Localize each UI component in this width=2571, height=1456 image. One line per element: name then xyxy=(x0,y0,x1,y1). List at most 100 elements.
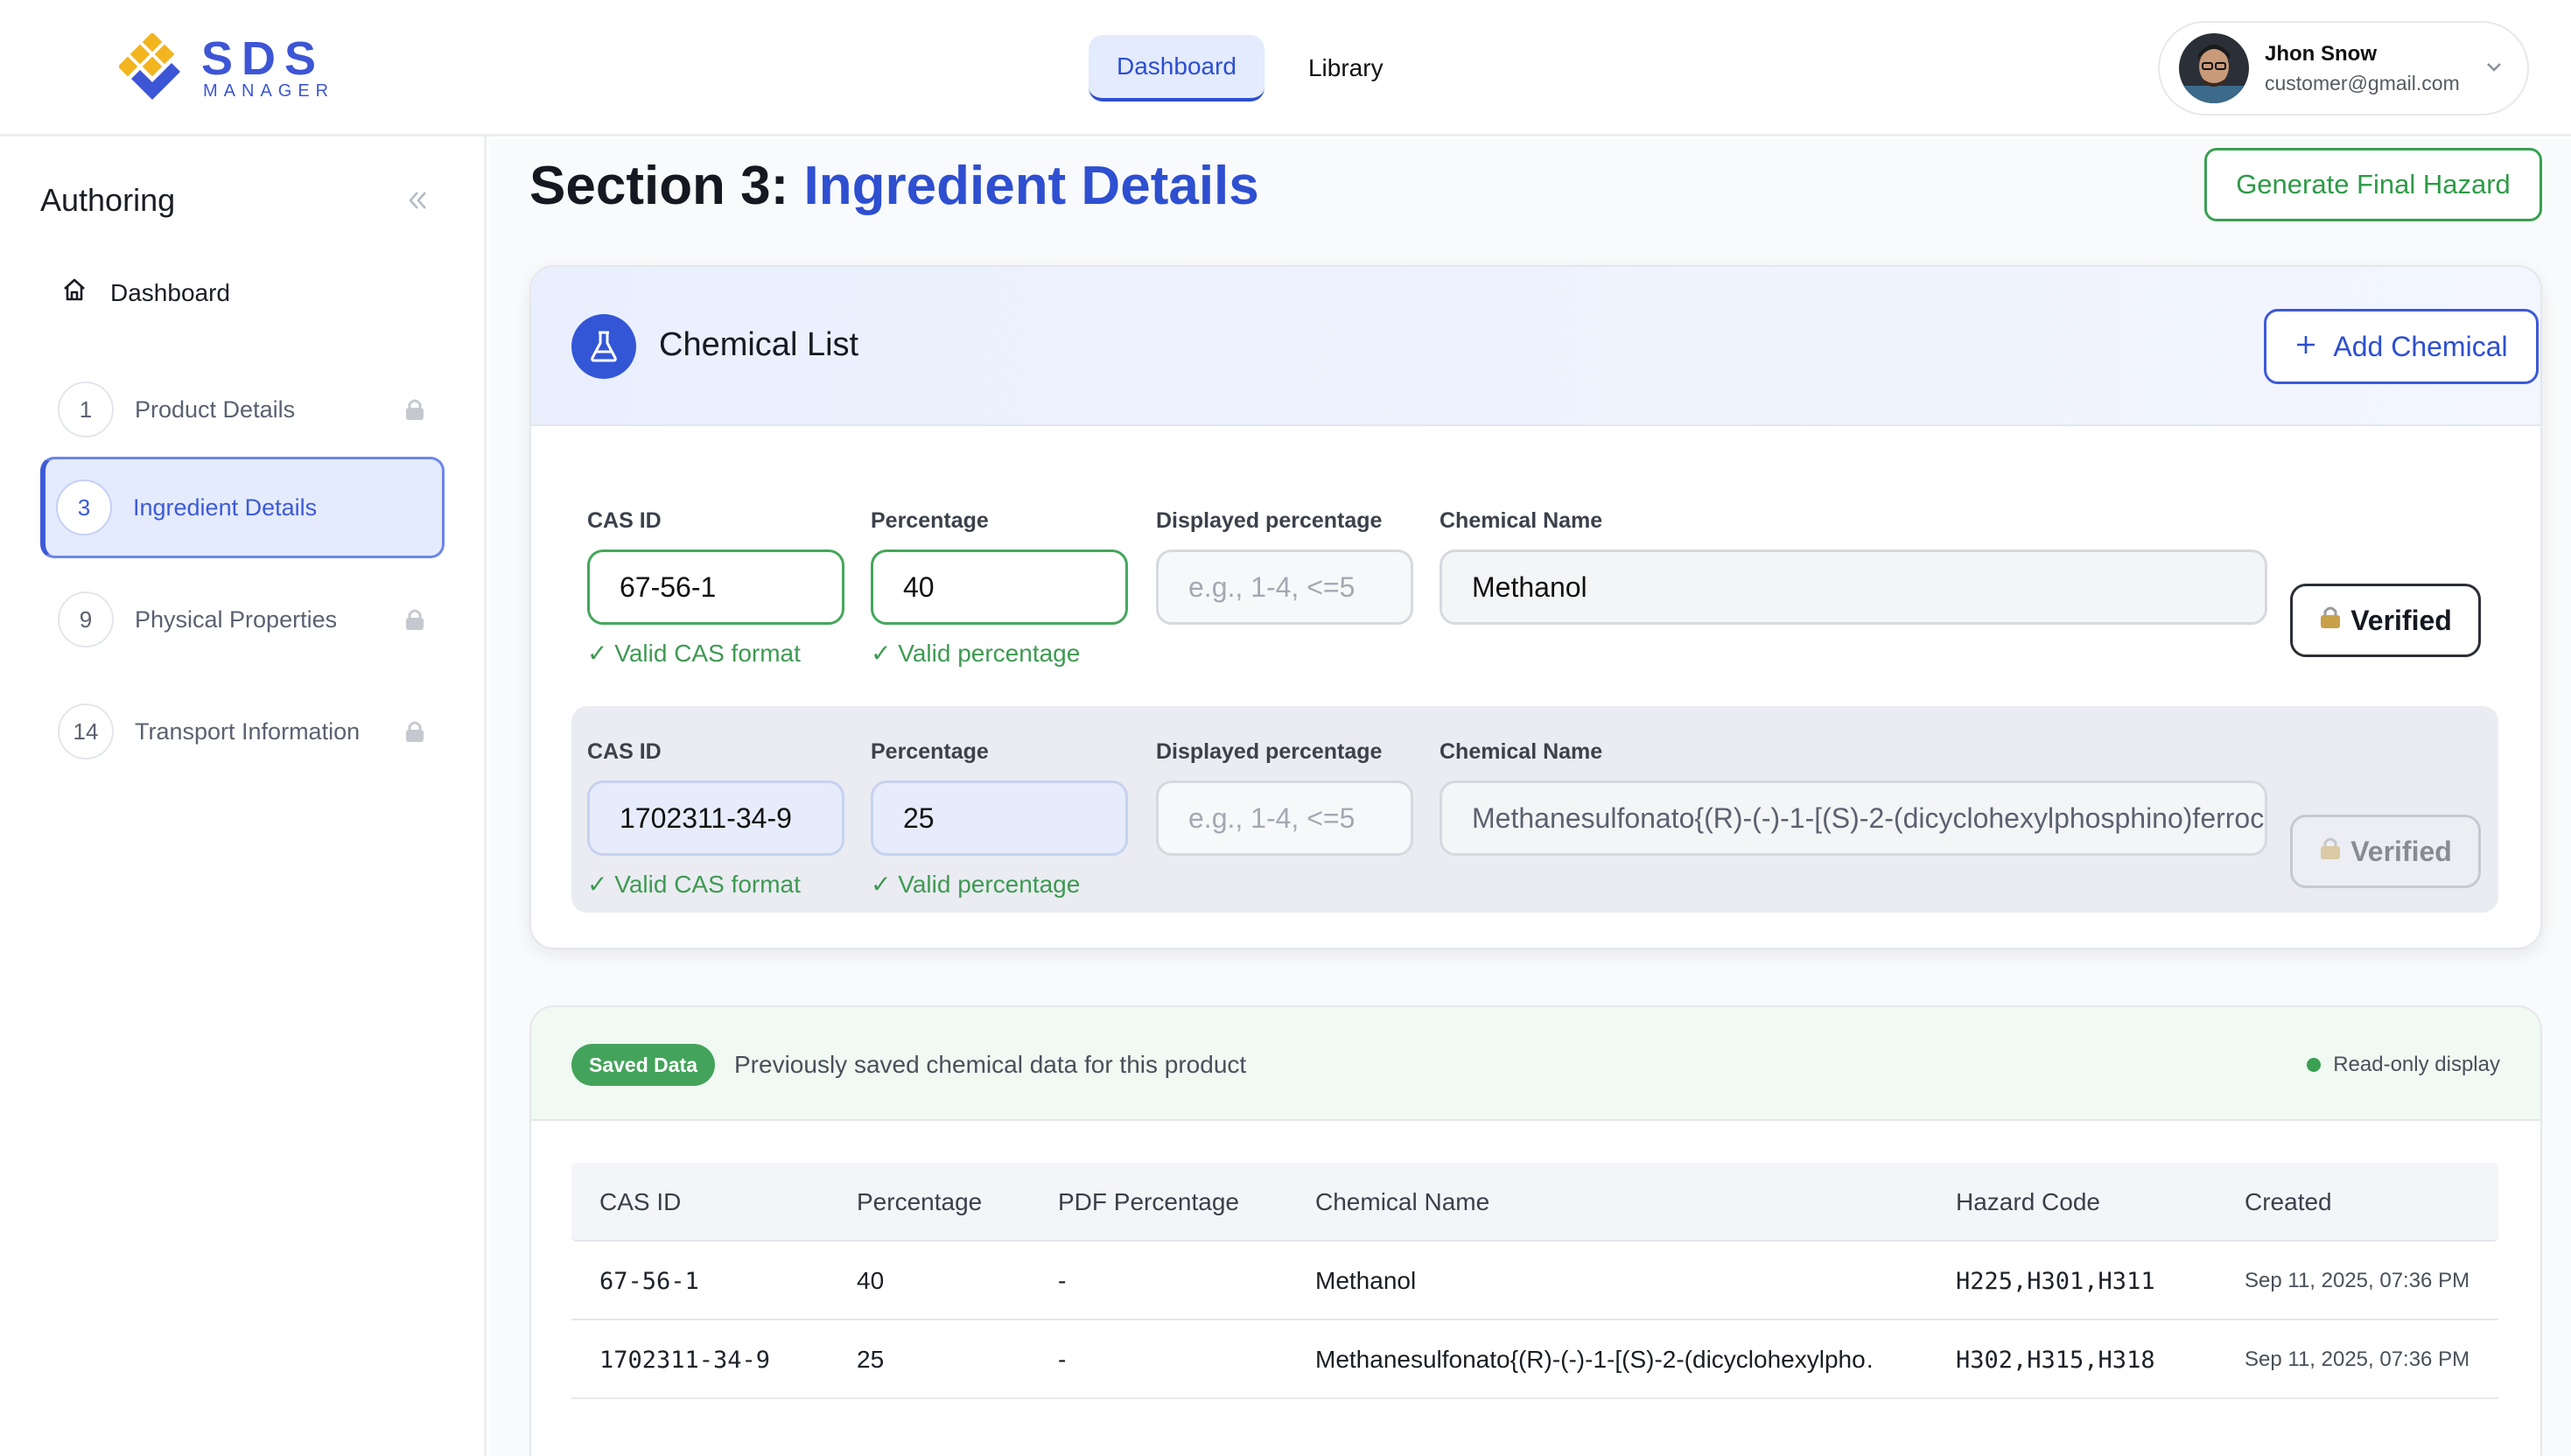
logo-tagline: MANAGER xyxy=(203,81,335,101)
field-label: Percentage xyxy=(871,508,989,533)
sidebar-item-transport-information[interactable]: 14 Transport Information xyxy=(40,681,445,782)
table-row: 1702311-34-9 25 - Methanesulfonato{(R)-(… xyxy=(571,1320,2498,1399)
cell-pdf-percentage: - xyxy=(1058,1346,1067,1373)
user-menu[interactable]: Jhon Snow customer@gmail.com xyxy=(2158,21,2529,116)
percentage-valid-hint: ✓ Valid percentage xyxy=(871,640,1081,667)
cell-hazard-code: H225,H301,H311 xyxy=(1956,1267,2155,1295)
sidebar-item-dashboard[interactable]: Dashboard xyxy=(61,276,230,309)
lock-icon xyxy=(404,719,425,748)
field-label: CAS ID xyxy=(587,739,662,764)
sidebar-item-physical-properties[interactable]: 9 Physical Properties xyxy=(40,569,445,670)
column-header: Hazard Code xyxy=(1956,1188,2100,1215)
saved-data-header: Saved Data Previously saved chemical dat… xyxy=(531,1007,2540,1121)
cell-percentage: 40 xyxy=(857,1267,885,1294)
chevron-down-icon[interactable] xyxy=(2485,61,2503,78)
column-header: Percentage xyxy=(857,1188,983,1215)
chemical-list-card: Chemical List Add Chemical CAS ID 67-56-… xyxy=(529,265,2542,949)
field-label: Displayed percentage xyxy=(1156,739,1383,764)
percentage-input[interactable]: 40 xyxy=(871,550,1128,625)
page-title-prefix: Section 3: xyxy=(529,156,789,216)
sidebar-title: Authoring xyxy=(40,182,176,218)
sidebar-item-label: Ingredient Details xyxy=(133,494,318,521)
saved-data-card: Saved Data Previously saved chemical dat… xyxy=(529,1005,2542,1456)
nav-library[interactable]: Library xyxy=(1280,35,1412,102)
cell-chemical-name: Methanol xyxy=(1315,1267,1417,1294)
user-name: Jhon Snow xyxy=(2265,41,2377,66)
saved-data-description: Previously saved chemical data for this … xyxy=(734,1051,1247,1078)
chemical-list-title: Chemical List xyxy=(659,326,859,363)
read-only-label: Read-only display xyxy=(2333,1053,2500,1076)
saved-data-table: CAS ID Percentage PDF Percentage Chemica… xyxy=(571,1163,2498,1399)
nav-dashboard[interactable]: Dashboard xyxy=(1089,35,1264,102)
sidebar-item-product-details[interactable]: 1 Product Details xyxy=(40,359,445,460)
step-number: 14 xyxy=(58,704,114,760)
avatar xyxy=(2179,33,2249,103)
plus-icon xyxy=(2294,331,2317,363)
cell-hazard-code: H302,H315,H318 xyxy=(1956,1346,2155,1374)
lock-icon xyxy=(2319,604,2342,637)
step-number: 9 xyxy=(58,592,114,648)
lock-icon xyxy=(2319,835,2342,868)
home-icon xyxy=(61,276,88,309)
add-chemical-button[interactable]: Add Chemical xyxy=(2264,309,2539,384)
verified-label: Verified xyxy=(2350,835,2452,867)
cas-id-input[interactable]: 67-56-1 xyxy=(587,550,844,625)
add-chemical-label: Add Chemical xyxy=(2333,330,2508,362)
generate-final-hazard-button[interactable]: Generate Final Hazard xyxy=(2204,148,2542,221)
main-content: Section 3: Ingredient Details Generate F… xyxy=(489,139,2571,1456)
page-title-accent: Ingredient Details xyxy=(803,156,1259,216)
cell-percentage: 25 xyxy=(857,1346,885,1373)
logo-icon xyxy=(117,32,189,103)
step-number: 1 xyxy=(58,382,114,438)
sidebar-item-ingredient-details[interactable]: 3 Ingredient Details xyxy=(40,457,445,558)
column-header: PDF Percentage xyxy=(1058,1188,1239,1215)
chemical-name-input[interactable]: Methanesulfonato{(R)-(-)-1-[(S)-2-(dicyc… xyxy=(1440,780,2267,856)
displayed-percentage-input[interactable]: e.g., 1-4, <=5 xyxy=(1156,780,1413,856)
column-header: Chemical Name xyxy=(1315,1188,1490,1215)
top-header: SDS MANAGER Dashboard Library Jhon Snow … xyxy=(0,0,2571,136)
user-email: customer@gmail.com xyxy=(2265,71,2460,94)
read-only-indicator: Read-only display xyxy=(2307,1053,2500,1077)
chemical-row: CAS ID 1702311-34-9 ✓ Valid CAS format P… xyxy=(571,706,2498,913)
verified-button[interactable]: Verified xyxy=(2290,584,2481,657)
sidebar-item-label: Product Details xyxy=(135,396,296,423)
sidebar-item-label: Dashboard xyxy=(110,278,230,306)
cell-created: Sep 11, 2025, 07:36 PM xyxy=(2245,1269,2470,1292)
step-number: 3 xyxy=(56,480,112,536)
field-label: Chemical Name xyxy=(1440,739,1603,764)
status-dot-icon xyxy=(2307,1058,2322,1072)
cas-valid-hint: ✓ Valid CAS format xyxy=(587,640,801,667)
cell-cas: 67-56-1 xyxy=(599,1267,699,1295)
column-header: Created xyxy=(2245,1188,2332,1215)
field-label: Percentage xyxy=(871,739,989,764)
page-title: Section 3: Ingredient Details xyxy=(529,155,1259,217)
lock-icon xyxy=(404,607,425,636)
field-label: Displayed percentage xyxy=(1156,508,1383,533)
sidebar-item-label: Physical Properties xyxy=(135,606,338,633)
table-row: 67-56-1 40 - Methanol H225,H301,H311 Sep… xyxy=(571,1242,2498,1320)
chemical-name-input[interactable]: Methanol xyxy=(1440,550,2267,625)
top-nav: Dashboard Library xyxy=(1089,35,1412,102)
percentage-input[interactable]: 25 xyxy=(871,780,1128,856)
table-header: CAS ID Percentage PDF Percentage Chemica… xyxy=(571,1163,2498,1242)
verified-button[interactable]: Verified xyxy=(2290,815,2481,888)
cas-valid-hint: ✓ Valid CAS format xyxy=(587,871,801,898)
flask-icon xyxy=(571,314,636,379)
field-label: CAS ID xyxy=(587,508,662,533)
cell-pdf-percentage: - xyxy=(1058,1267,1067,1294)
logo-text: SDS xyxy=(201,32,326,85)
collapse-icon[interactable] xyxy=(404,187,431,218)
logo[interactable]: SDS MANAGER xyxy=(117,32,335,103)
cell-created: Sep 11, 2025, 07:36 PM xyxy=(2245,1348,2470,1371)
cell-cas: 1702311-34-9 xyxy=(599,1346,771,1374)
lock-icon xyxy=(404,397,425,426)
sidebar: Authoring Dashboard 1 Product Details 3 … xyxy=(0,136,487,1456)
cas-id-input[interactable]: 1702311-34-9 xyxy=(587,780,844,856)
displayed-percentage-input[interactable]: e.g., 1-4, <=5 xyxy=(1156,550,1413,625)
column-header: CAS ID xyxy=(599,1188,682,1215)
cell-chemical-name: Methanesulfonato{(R)-(-)-1-[(S)-2-(dicyc… xyxy=(1315,1346,1875,1373)
sidebar-item-label: Transport Information xyxy=(135,718,361,745)
field-label: Chemical Name xyxy=(1440,508,1603,533)
verified-label: Verified xyxy=(2350,604,2452,636)
percentage-valid-hint: ✓ Valid percentage xyxy=(871,871,1081,898)
